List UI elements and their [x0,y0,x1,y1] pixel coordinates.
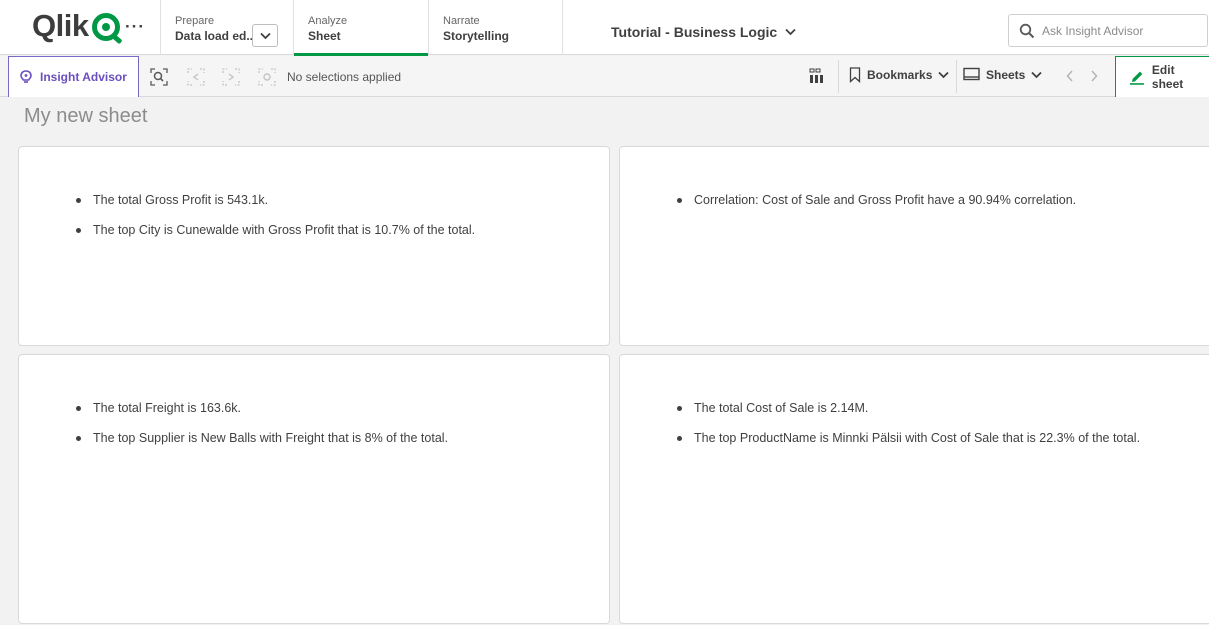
logo-wordmark: Qlik [32,8,89,43]
edit-sheet-button[interactable]: Edit sheet [1115,56,1209,97]
tab-analyze-label: Sheet [308,29,341,43]
insight-card[interactable]: The total Gross Profit is 543.1k. The to… [18,146,610,346]
app-title-dropdown[interactable]: Tutorial - Business Logic [611,24,796,40]
tab-narrate-caption: Narrate [443,15,480,27]
sheet-title: My new sheet [24,105,148,127]
bookmarks-label: Bookmarks [867,68,933,82]
chevron-down-icon [938,71,950,79]
insight-advisor-label: Insight Advisor [40,70,127,84]
search-icon [1019,23,1035,39]
chevron-down-icon [260,32,271,40]
step-forward-icon[interactable] [222,68,240,86]
insight-card[interactable]: The total Freight is 163.6k. The top Sup… [18,354,610,624]
edit-sheet-label: Edit sheet [1151,63,1184,91]
insight-bullet: The total Gross Profit is 543.1k. [76,192,475,208]
insight-bullet: The top ProductName is Minnki Pälsii wit… [677,430,1140,446]
sheets-icon [963,67,980,81]
insight-card[interactable]: Correlation: Cost of Sale and Gross Prof… [619,146,1209,346]
tab-analyze-caption: Analyze [308,15,348,27]
qlik-q-icon [91,13,120,41]
clear-selections-icon[interactable] [258,68,276,86]
insight-bullet: The top City is Cunewalde with Gross Pro… [76,222,475,238]
sheet-grid-icon[interactable] [808,68,826,84]
qlik-logo[interactable]: Qlik [32,8,120,44]
more-menu-button[interactable]: ··· [125,17,145,37]
lightbulb-icon [20,70,32,83]
insight-advisor-button[interactable]: Insight Advisor [8,56,139,97]
previous-sheet-icon[interactable] [1065,69,1075,83]
insight-list: The total Freight is 163.6k. The top Sup… [76,400,448,460]
next-sheet-icon[interactable] [1089,69,1099,83]
prepare-dropdown-button[interactable] [252,24,278,47]
pencil-icon [1129,71,1144,85]
tab-analyze[interactable]: Analyze Sheet [293,0,428,56]
insight-list: The total Gross Profit is 543.1k. The to… [76,192,475,252]
selection-status: No selections applied [287,70,402,84]
bookmarks-button[interactable]: Bookmarks [849,67,950,83]
smart-search-icon[interactable] [150,68,168,86]
toolbar-divider [956,60,957,93]
insight-search-input[interactable] [1042,21,1202,41]
sheets-label: Sheets [986,67,1026,82]
insight-bullet: Correlation: Cost of Sale and Gross Prof… [677,192,1076,208]
sheet-toolbar: Insight Advisor No selections applied Bo… [0,56,1209,97]
bookmark-icon [849,67,861,83]
step-back-icon[interactable] [187,68,205,86]
insight-search-box[interactable] [1008,14,1208,47]
chevron-down-icon [785,28,796,36]
app-title: Tutorial - Business Logic [611,24,778,40]
insight-bullet: The total Freight is 163.6k. [76,400,448,416]
sheets-button[interactable]: Sheets [963,67,1042,82]
insight-bullet: The top Supplier is New Balls with Freig… [76,430,448,446]
toolbar-divider [838,60,839,93]
top-navigation-bar: Qlik ··· Prepare Data load ed... Analyze… [0,0,1209,56]
insight-list: Correlation: Cost of Sale and Gross Prof… [677,192,1076,222]
insight-list: The total Cost of Sale is 2.14M. The top… [677,400,1140,460]
tab-narrate[interactable]: Narrate Storytelling [428,0,563,55]
tab-narrate-label: Storytelling [443,29,510,43]
chevron-down-icon [1031,71,1042,78]
insight-card[interactable]: The total Cost of Sale is 2.14M. The top… [619,354,1209,624]
insight-bullet: The total Cost of Sale is 2.14M. [677,400,1140,416]
